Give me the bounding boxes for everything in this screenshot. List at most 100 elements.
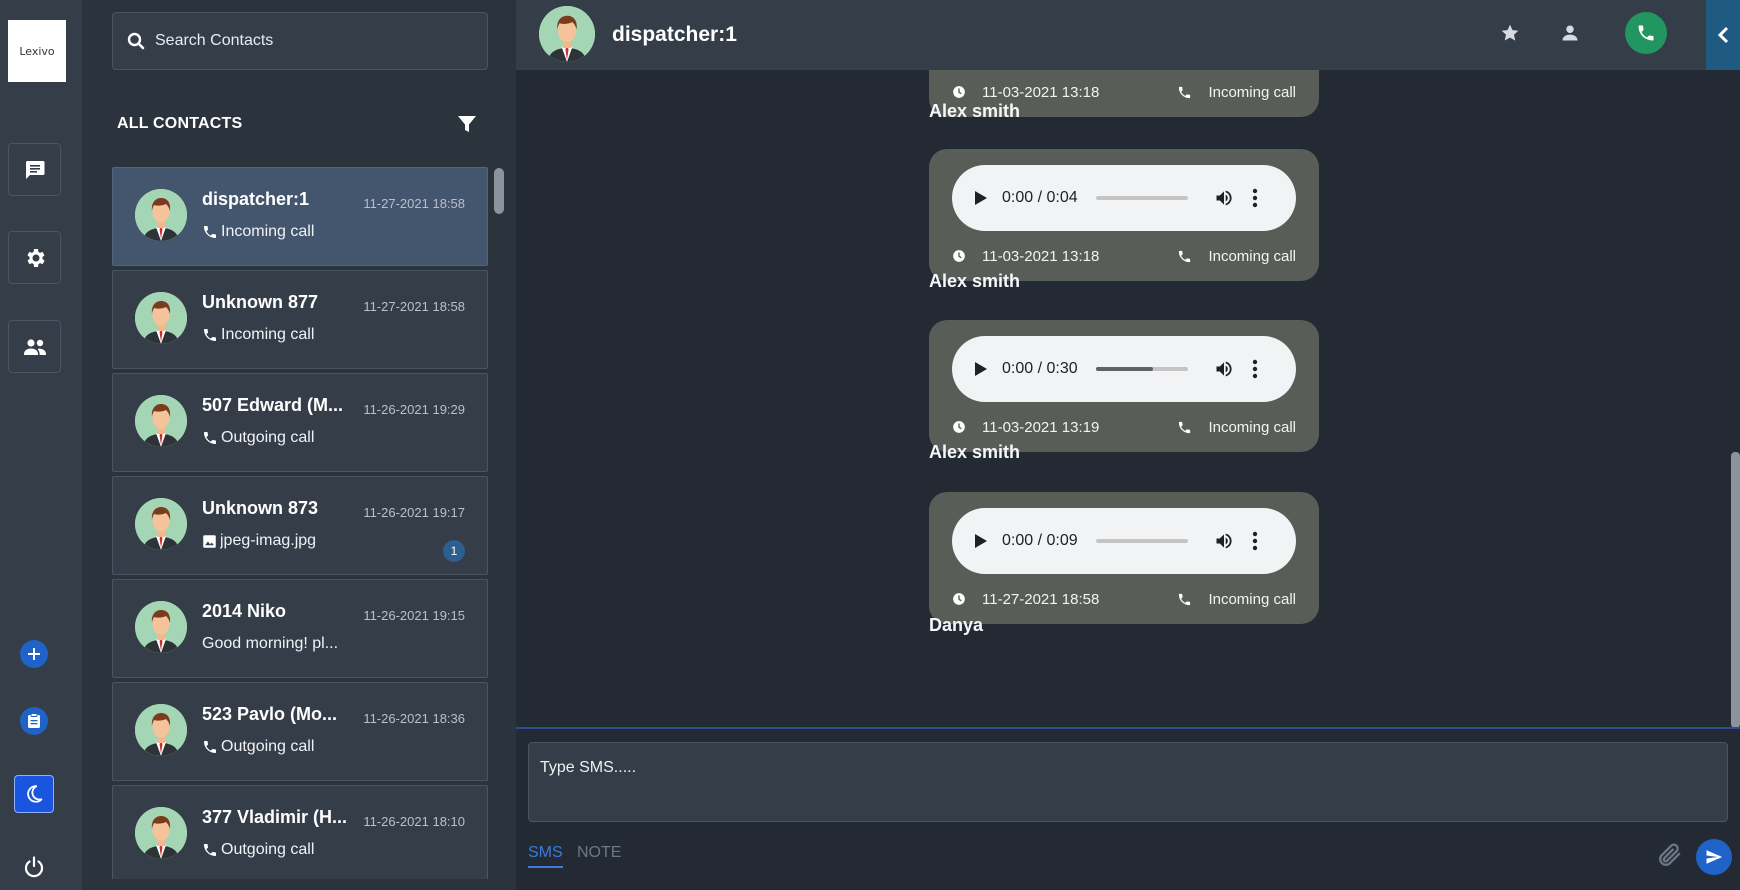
contact-item[interactable]: Unknown 873 11-26-2021 19:17 jpeg-imag.jpg… [112, 476, 488, 575]
message-timestamp: 11-27-2021 18:58 [982, 590, 1100, 608]
audio-player[interactable]: 0:00 / 0:30 [952, 336, 1296, 402]
clipboard-button[interactable] [20, 707, 48, 735]
phone-icon [1177, 592, 1192, 607]
search-box[interactable] [112, 12, 488, 70]
call-message-bubble: 0:00 / 0:09 11-27-2021 18:58 Incoming call [929, 492, 1319, 624]
avatar [135, 807, 187, 859]
avatar [135, 292, 187, 344]
filter-icon[interactable] [457, 114, 477, 134]
contact-list-scrollbar[interactable] [494, 168, 504, 214]
collapse-panel-button[interactable] [1706, 0, 1740, 70]
message-sender: Alex smith [929, 101, 1021, 121]
settings-button[interactable] [8, 231, 61, 284]
contact-name: 377 Vladimir (H... [202, 807, 348, 827]
contact-name: Unknown 873 [202, 498, 319, 518]
contact-name: dispatcher:1 [202, 189, 310, 209]
more-options-icon[interactable] [1252, 531, 1258, 551]
call-type: Incoming call [1208, 590, 1296, 608]
chat-title: dispatcher:1 [612, 23, 737, 46]
play-icon[interactable] [974, 533, 988, 549]
avatar [539, 6, 595, 62]
contacts-header: ALL CONTACTS [117, 112, 477, 136]
unread-badge: 1 [443, 540, 465, 562]
phone-icon [202, 327, 218, 343]
message-meta: 11-27-2021 18:58 Incoming call [952, 589, 1296, 609]
more-options-icon[interactable] [1252, 188, 1258, 208]
contact-item[interactable]: Unknown 877 11-27-2021 18:58 Incoming call [112, 270, 488, 369]
contact-list: dispatcher:1 11-27-2021 18:58 Incoming cal… [112, 167, 490, 879]
contact-item[interactable]: 523 Pavlo (Mo... 11-26-2021 18:36 Outgoing… [112, 682, 488, 781]
audio-progress-slider[interactable] [1096, 196, 1188, 200]
call-message-bubble: 0:00 / 0:30 11-03-2021 13:19 Incoming call [929, 320, 1319, 452]
message-meta: 11-03-2021 13:18 Incoming call [952, 82, 1296, 102]
paperclip-icon [1659, 843, 1681, 866]
contact-last-message: Outgoing call [202, 841, 314, 859]
audio-time: 0:00 / 0:09 [1002, 532, 1078, 549]
message-sender: Danya [929, 615, 984, 635]
contact-last-message: Incoming call [202, 326, 314, 344]
contact-timestamp: 11-27-2021 18:58 [363, 299, 465, 314]
contact-item[interactable]: 2014 Niko 11-26-2021 19:15 Good morning! p… [112, 579, 488, 678]
audio-progress-slider[interactable] [1096, 539, 1188, 543]
contact-last-message: Good morning! pl... [202, 635, 339, 652]
contact-last-message: Outgoing call [202, 738, 314, 756]
play-icon[interactable] [974, 190, 988, 206]
contact-name: 507 Edward (M... [202, 395, 344, 415]
contact-timestamp: 11-26-2021 19:15 [363, 608, 465, 623]
favorite-button[interactable] [1497, 20, 1523, 46]
tab-note[interactable]: NOTE [577, 844, 621, 866]
power-icon [24, 856, 44, 878]
call-type: Incoming call [1208, 418, 1296, 436]
clock-icon [952, 592, 966, 606]
contact-name: Unknown 877 [202, 292, 319, 312]
message-timestamp: 11-03-2021 13:18 [982, 83, 1100, 101]
user-icon [1562, 25, 1578, 41]
more-options-icon[interactable] [1252, 359, 1258, 379]
chat-header: dispatcher:1 [516, 0, 1740, 70]
contact-timestamp: 11-26-2021 18:36 [363, 711, 465, 726]
search-input[interactable] [155, 32, 455, 50]
clock-icon [952, 249, 966, 263]
contacts-button[interactable] [8, 320, 61, 373]
clock-icon [952, 85, 966, 99]
audio-time: 0:00 / 0:30 [1002, 360, 1078, 377]
message-timestamp: 11-03-2021 13:18 [982, 247, 1100, 265]
send-button[interactable] [1696, 839, 1732, 875]
phone-icon [1177, 420, 1192, 435]
chevron-left-icon [1717, 26, 1729, 44]
call-button[interactable] [1625, 12, 1667, 54]
clock-icon [952, 420, 966, 434]
profile-button[interactable] [1557, 20, 1583, 46]
message-timestamp: 11-03-2021 13:19 [982, 418, 1100, 436]
phone-icon [202, 739, 218, 755]
phone-icon [202, 842, 218, 858]
contacts-panel: ALL CONTACTS dispatcher:1 11-27-2021 18:5… [82, 0, 516, 890]
chat-button[interactable] [8, 143, 61, 196]
audio-player[interactable]: 0:00 / 0:09 [952, 508, 1296, 574]
volume-icon[interactable] [1214, 359, 1234, 379]
volume-icon[interactable] [1214, 188, 1234, 208]
play-icon[interactable] [974, 361, 988, 377]
contact-timestamp: 11-27-2021 18:58 [363, 196, 465, 211]
contact-last-message: Outgoing call [202, 429, 314, 447]
avatar [135, 498, 187, 550]
settings-icon [26, 248, 45, 267]
contact-item[interactable]: 507 Edward (M... 11-26-2021 19:29 Outgoing… [112, 373, 488, 472]
contacts-title: ALL CONTACTS [117, 115, 243, 132]
phone-icon [202, 430, 218, 446]
tab-sms[interactable]: SMS [528, 844, 563, 868]
audio-player[interactable]: 0:00 / 0:04 [952, 165, 1296, 231]
contact-last-message: Incoming call [202, 223, 314, 241]
add-button[interactable] [20, 640, 48, 668]
logout-button[interactable] [20, 853, 48, 881]
dark-mode-toggle[interactable] [14, 775, 54, 813]
contact-item[interactable]: 377 Vladimir (H... 11-26-2021 18:10 Outgoi… [112, 785, 488, 879]
message-scrollbar[interactable] [1731, 452, 1740, 728]
moon-icon [27, 785, 43, 803]
contact-name: 523 Pavlo (Mo... [202, 704, 338, 724]
volume-icon[interactable] [1214, 531, 1234, 551]
audio-progress-slider[interactable] [1096, 367, 1188, 371]
sms-input[interactable] [528, 742, 1728, 822]
attach-button[interactable] [1656, 840, 1684, 870]
contact-item[interactable]: dispatcher:1 11-27-2021 18:58 Incoming cal… [112, 167, 488, 266]
